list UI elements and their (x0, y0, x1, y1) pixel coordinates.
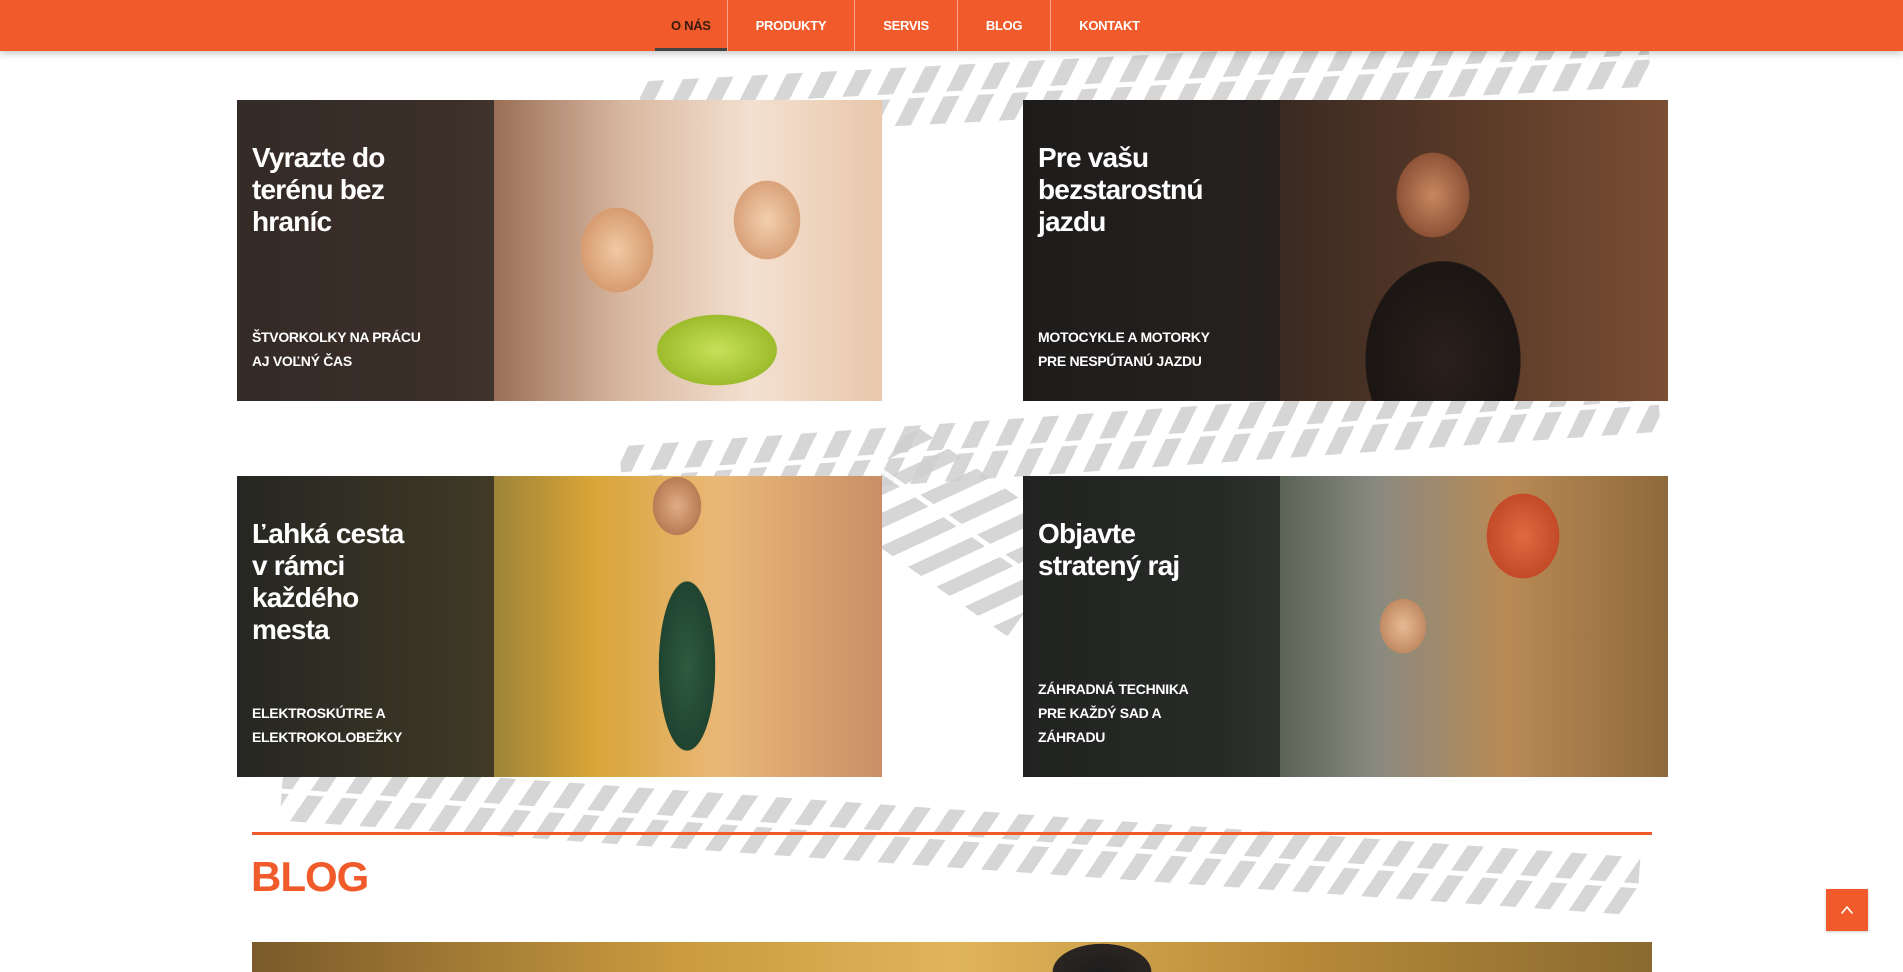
nav-item-servis[interactable]: SERVIS (855, 0, 958, 51)
nav-item-blog[interactable]: BLOG (958, 0, 1052, 51)
card-subtitle: ELEKTROSKÚTRE A ELEKTROKOLOBEŽKY (252, 705, 402, 745)
chevron-up-icon (1841, 906, 1853, 914)
card-subtitle: MOTOCYKLE A MOTORKY PRE NESPÚTANÚ JAZDU (1038, 329, 1210, 369)
category-card-zahradna-technika[interactable]: Objavte stratený raj ZÁHRADNÁ TECHNIKA P… (1023, 476, 1668, 777)
back-to-top-button[interactable] (1826, 889, 1868, 931)
nav-item-kontakt[interactable]: KONTAKT (1051, 0, 1167, 51)
card-subtitle: ŠTVORKOLKY NA PRÁCU AJ VOĽNÝ ČAS (252, 329, 421, 369)
card-title: Ľahká cesta v rámci každého mesta (252, 518, 404, 645)
category-card-elektroskutre[interactable]: Ľahká cesta v rámci každého mesta ELEKTR… (237, 476, 882, 777)
tire-track-decoration (279, 762, 1641, 916)
category-card-stvorkolky[interactable]: Vyrazte do terénu bez hraníc ŠTVORKOLKY … (237, 100, 882, 401)
blog-featured-image[interactable] (252, 942, 1652, 972)
blog-divider (252, 832, 1652, 835)
card-title: Vyrazte do terénu bez hraníc (252, 142, 385, 237)
nav-menu: O NÁS PRODUKTY SERVIS BLOG KONTAKT (655, 0, 1168, 51)
category-card-motocykle[interactable]: Pre vašu bezstarostnú jazdu MOTOCYKLE A … (1023, 100, 1668, 401)
card-title: Objavte stratený raj (1038, 518, 1180, 581)
card-subtitle: ZÁHRADNÁ TECHNIKA PRE KAŽDÝ SAD A ZÁHRAD… (1038, 681, 1189, 745)
nav-item-o-nas[interactable]: O NÁS (655, 0, 728, 51)
top-navigation: O NÁS PRODUKTY SERVIS BLOG KONTAKT (0, 0, 1903, 51)
blog-heading: BLOG (251, 853, 369, 900)
card-title: Pre vašu bezstarostnú jazdu (1038, 142, 1203, 237)
nav-item-produkty[interactable]: PRODUKTY (728, 0, 856, 51)
